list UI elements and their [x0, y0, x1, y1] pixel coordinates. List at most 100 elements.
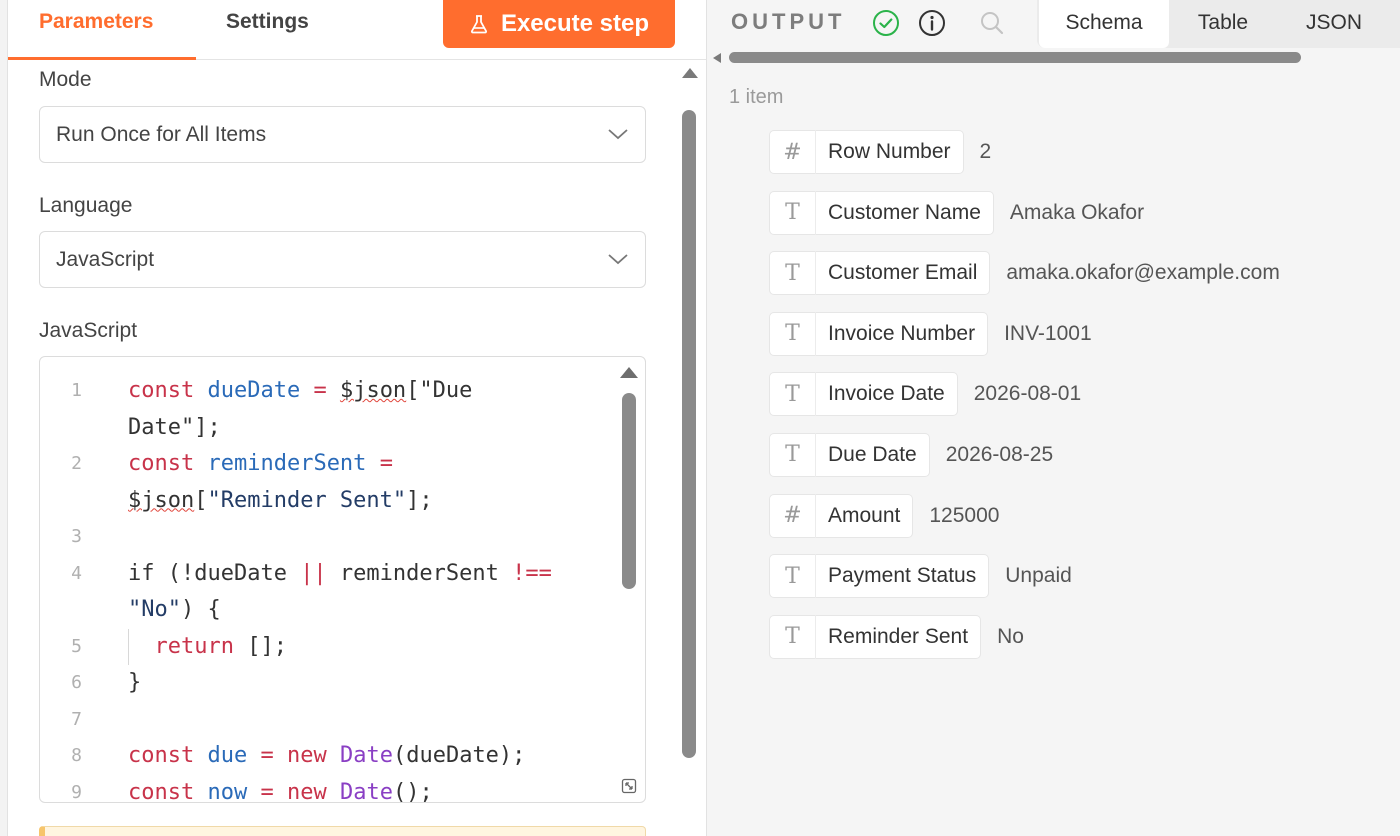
panel-scrollbar[interactable]	[680, 64, 698, 764]
item-count: 1 item	[729, 86, 784, 108]
field-value: No	[997, 624, 1024, 648]
code-line: 1 const dueDate = $json["Due	[40, 373, 620, 410]
panel-scroll-up-arrow[interactable]	[682, 68, 698, 78]
line-number: 5	[71, 635, 82, 657]
field-type-icon: T	[770, 614, 816, 659]
field-name: Customer Email	[828, 261, 978, 285]
code-line: 3	[40, 519, 620, 556]
search-icon	[981, 12, 1004, 35]
search-button[interactable]	[977, 8, 1007, 38]
field-type-icon: T	[770, 372, 816, 417]
field-value: Amaka Okafor	[1009, 200, 1145, 224]
chevron-down-icon	[608, 129, 628, 140]
panel-scrollbar-thumb[interactable]	[682, 110, 696, 758]
code-text: Date"];	[128, 414, 221, 440]
expand-editor-button[interactable]	[618, 775, 640, 797]
line-number: 1	[71, 380, 82, 401]
code-line: 2 const reminderSent =	[40, 446, 620, 483]
field-value: Unpaid	[1005, 564, 1072, 588]
info-icon	[919, 10, 945, 36]
field-name: Reminder Sent	[828, 624, 969, 648]
code-scrollbar-thumb[interactable]	[622, 393, 636, 589]
code-editor[interactable]: 1 const dueDate = $json["Due Date"]; 2 const…	[39, 356, 646, 803]
schema-field-row: T Invoice Date 2026-08-01	[769, 372, 1389, 433]
code-line: 4 if (!dueDate || reminderSent !==	[40, 556, 620, 593]
field-value: 2026-08-25	[945, 442, 1054, 466]
view-table[interactable]: Table	[1175, 0, 1271, 48]
canvas-edge-strip	[0, 0, 8, 836]
code-text: const due = new Date(dueDate);	[128, 743, 526, 768]
line-number: 9	[71, 781, 82, 803]
schema-field-row: T Payment Status Unpaid	[769, 554, 1389, 615]
check-circle-icon	[873, 10, 899, 36]
code-text: return [];	[154, 633, 287, 659]
code-text: "No") {	[128, 597, 221, 622]
field-pill[interactable]: T Due Date	[769, 432, 930, 477]
schema-field-row: T Reminder Sent No	[769, 614, 1389, 676]
line-number: 4	[71, 562, 82, 584]
flask-icon	[470, 15, 487, 34]
schema-field-row: # Row Number 2	[769, 130, 1389, 191]
language-label: Language	[39, 194, 133, 217]
view-schema[interactable]: Schema	[1039, 0, 1169, 48]
field-name: Row Number	[828, 140, 951, 163]
field-pill[interactable]: T Invoice Date	[769, 372, 958, 417]
info-button[interactable]	[917, 8, 947, 38]
field-type-icon: T	[770, 311, 816, 356]
field-pill[interactable]: T Customer Email	[769, 251, 991, 296]
output-horizontal-scrollbar[interactable]	[713, 52, 1307, 64]
code-lines: 1 const dueDate = $json["Due Date"]; 2 const…	[40, 373, 620, 803]
code-line: 6}	[40, 665, 620, 702]
code-text: if (!dueDate || reminderSent !==	[128, 560, 552, 586]
field-value: 125000	[929, 503, 1000, 527]
field-name: Invoice Date	[828, 382, 945, 406]
code-line: $json["Reminder Sent"];	[40, 483, 620, 520]
field-pill[interactable]: # Row Number	[769, 130, 964, 174]
field-type-icon: T	[770, 432, 816, 477]
schema-field-row: # Amount 125000	[769, 493, 1389, 555]
field-pill[interactable]: # Amount	[769, 493, 914, 538]
field-pill[interactable]: T Payment Status	[769, 554, 990, 599]
code-line: Date"];	[40, 410, 620, 447]
field-name: Invoice Number	[828, 321, 976, 345]
field-type-icon: T	[770, 251, 816, 296]
code-line: 7	[40, 702, 620, 739]
field-name: Due Date	[828, 442, 917, 466]
language-value: JavaScript	[56, 248, 155, 271]
success-status	[871, 8, 901, 38]
execute-step-label: Execute step	[500, 10, 650, 37]
indent-guide	[128, 628, 129, 665]
language-select[interactable]: JavaScript	[39, 231, 646, 288]
execute-step-button[interactable]: Execute step	[443, 0, 675, 48]
line-number: 8	[71, 745, 82, 766]
output-panel: OUTPUT Schema Table JSON 1 item # Row Num…	[706, 0, 1400, 836]
tab-parameters[interactable]: Parameters	[8, 0, 196, 60]
field-pill[interactable]: T Invoice Number	[769, 311, 989, 356]
field-value: amaka.okafor@example.com	[1006, 261, 1280, 285]
code-line: 8 const due = new Date(dueDate);	[40, 738, 620, 775]
schema-field-row: T Due Date 2026-08-25	[769, 432, 1389, 494]
field-pill[interactable]: T Reminder Sent	[769, 614, 982, 659]
line-number: 6	[71, 672, 82, 693]
view-json[interactable]: JSON	[1281, 0, 1387, 48]
code-scroll-up-arrow[interactable]	[620, 367, 638, 378]
output-view-switcher: Schema Table JSON	[1037, 0, 1400, 48]
code-text: const dueDate = $json["Due	[128, 378, 473, 403]
code-text: }	[128, 670, 142, 695]
field-value: 2026-08-01	[973, 382, 1082, 406]
tab-settings[interactable]: Settings	[226, 0, 309, 60]
scroll-left-arrow[interactable]	[713, 53, 721, 63]
schema-field-row: T Invoice Number INV-1001	[769, 311, 1389, 373]
code-line: 9 const now = new Date();	[40, 775, 620, 803]
horizontal-scrollbar-thumb[interactable]	[729, 52, 1301, 63]
field-type-icon: T	[770, 190, 816, 235]
mode-label: Mode	[39, 68, 92, 91]
output-header: OUTPUT Schema Table JSON	[707, 0, 1400, 50]
mode-value: Run Once for All Items	[56, 123, 267, 146]
field-name: Customer Name	[828, 200, 981, 224]
panel-tabs: Parameters Settings Execute step	[8, 0, 706, 60]
notice-box	[39, 826, 646, 836]
mode-select[interactable]: Run Once for All Items	[39, 106, 646, 163]
field-pill[interactable]: T Customer Name	[769, 190, 994, 235]
field-value: 2	[979, 140, 992, 163]
